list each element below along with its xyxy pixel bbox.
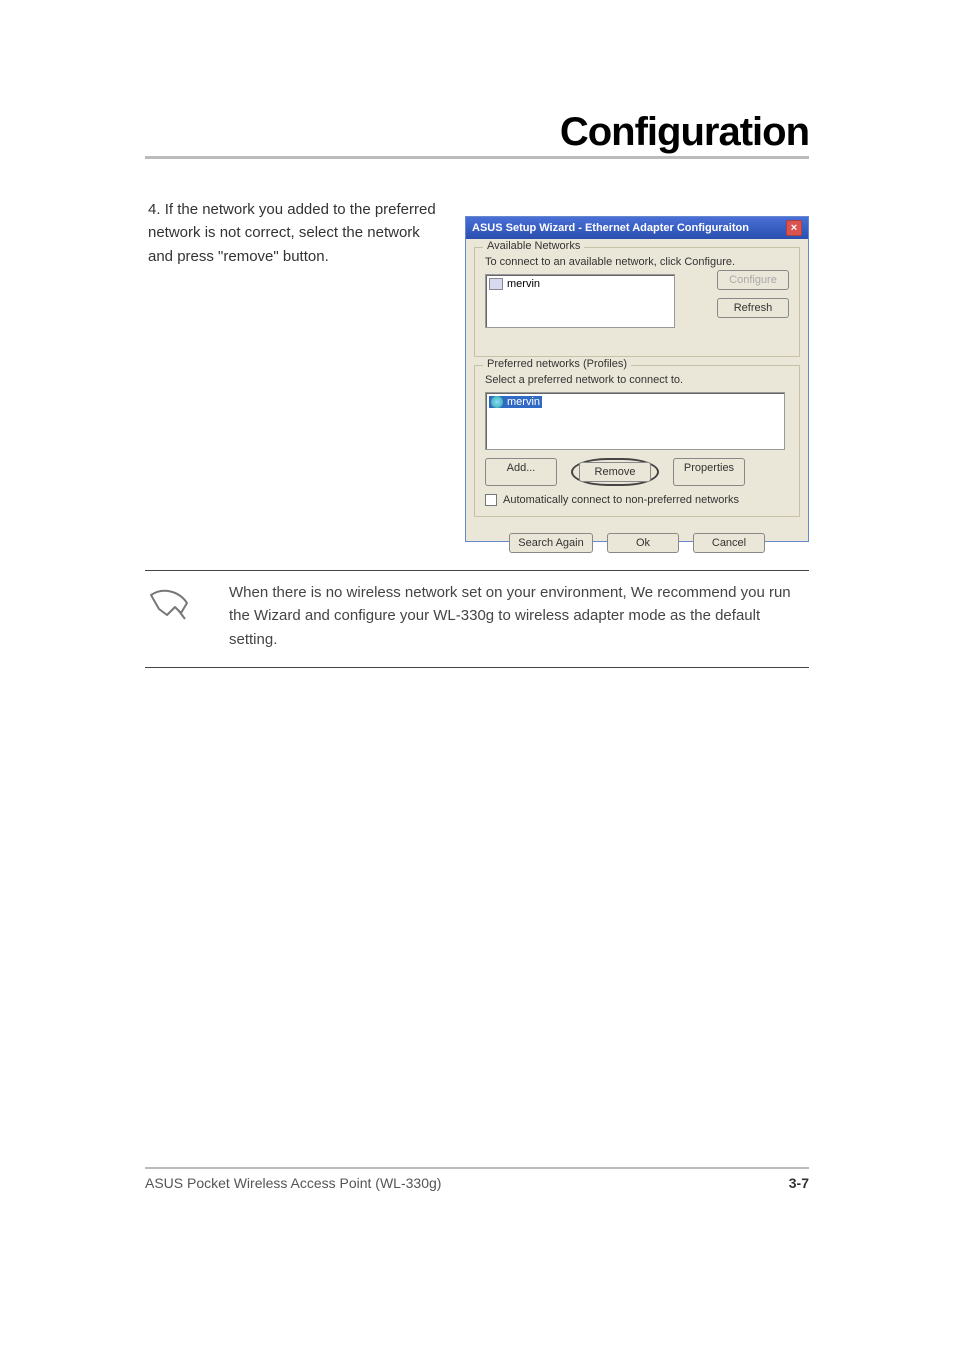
preferred-item-selected[interactable]: mervin bbox=[489, 396, 542, 408]
preferred-networks-group: Preferred networks (Profiles) Select a p… bbox=[474, 365, 800, 517]
page-title: Configuration bbox=[560, 110, 809, 155]
available-legend-text: Available Networks bbox=[487, 240, 580, 252]
computer-icon bbox=[489, 278, 503, 290]
properties-button[interactable]: Properties bbox=[673, 458, 745, 486]
preferred-legend-text: Preferred networks (Profiles) bbox=[487, 358, 627, 370]
dialog-title: ASUS Setup Wizard - Ethernet Adapter Con… bbox=[472, 222, 749, 234]
preferred-listbox[interactable]: mervin bbox=[485, 392, 785, 450]
note-icon bbox=[145, 581, 193, 651]
close-icon[interactable]: × bbox=[786, 220, 802, 236]
note-block: When there is no wireless network set on… bbox=[145, 570, 809, 668]
ok-button[interactable]: Ok bbox=[607, 533, 679, 553]
footer-text: ASUS Pocket Wireless Access Point (WL-33… bbox=[145, 1175, 441, 1191]
note-text: When there is no wireless network set on… bbox=[217, 581, 809, 651]
available-listbox[interactable]: mervin bbox=[485, 274, 675, 328]
cancel-button[interactable]: Cancel bbox=[693, 533, 765, 553]
available-item-label: mervin bbox=[507, 278, 540, 290]
available-networks-group: Available Networks To connect to an avai… bbox=[474, 247, 800, 357]
auto-connect-label: Automatically connect to non-preferred n… bbox=[503, 494, 739, 506]
note-rule-top bbox=[145, 570, 809, 571]
remove-button[interactable]: Remove bbox=[579, 462, 651, 482]
add-button[interactable]: Add... bbox=[485, 458, 557, 486]
auto-connect-row[interactable]: Automatically connect to non-preferred n… bbox=[485, 494, 789, 506]
note-rule-bottom bbox=[145, 667, 809, 668]
dialog-window: ASUS Setup Wizard - Ethernet Adapter Con… bbox=[465, 216, 809, 542]
available-item[interactable]: mervin bbox=[489, 278, 671, 290]
page-number: 3-7 bbox=[789, 1175, 809, 1191]
available-instruction: To connect to an available network, clic… bbox=[485, 256, 789, 268]
step-caption: 4. If the network you added to the prefe… bbox=[148, 198, 448, 268]
configure-button: Configure bbox=[717, 270, 789, 290]
preferred-legend: Preferred networks (Profiles) bbox=[483, 358, 631, 370]
preferred-item-label: mervin bbox=[507, 396, 540, 408]
preferred-instruction: Select a preferred network to connect to… bbox=[485, 374, 789, 386]
step-text: If the network you added to the preferre… bbox=[148, 201, 436, 265]
dialog-bottom-buttons: Search Again Ok Cancel bbox=[466, 525, 808, 559]
header-rule bbox=[145, 156, 809, 159]
search-again-button[interactable]: Search Again bbox=[509, 533, 593, 553]
titlebar: ASUS Setup Wizard - Ethernet Adapter Con… bbox=[466, 217, 808, 239]
refresh-button[interactable]: Refresh bbox=[717, 298, 789, 318]
remove-highlight-ellipse: Remove bbox=[571, 458, 659, 486]
checkbox-icon[interactable] bbox=[485, 494, 497, 506]
footer-rule bbox=[145, 1167, 809, 1169]
network-icon bbox=[491, 396, 503, 408]
step-number: 4. bbox=[148, 201, 161, 218]
available-legend: Available Networks bbox=[483, 240, 584, 252]
